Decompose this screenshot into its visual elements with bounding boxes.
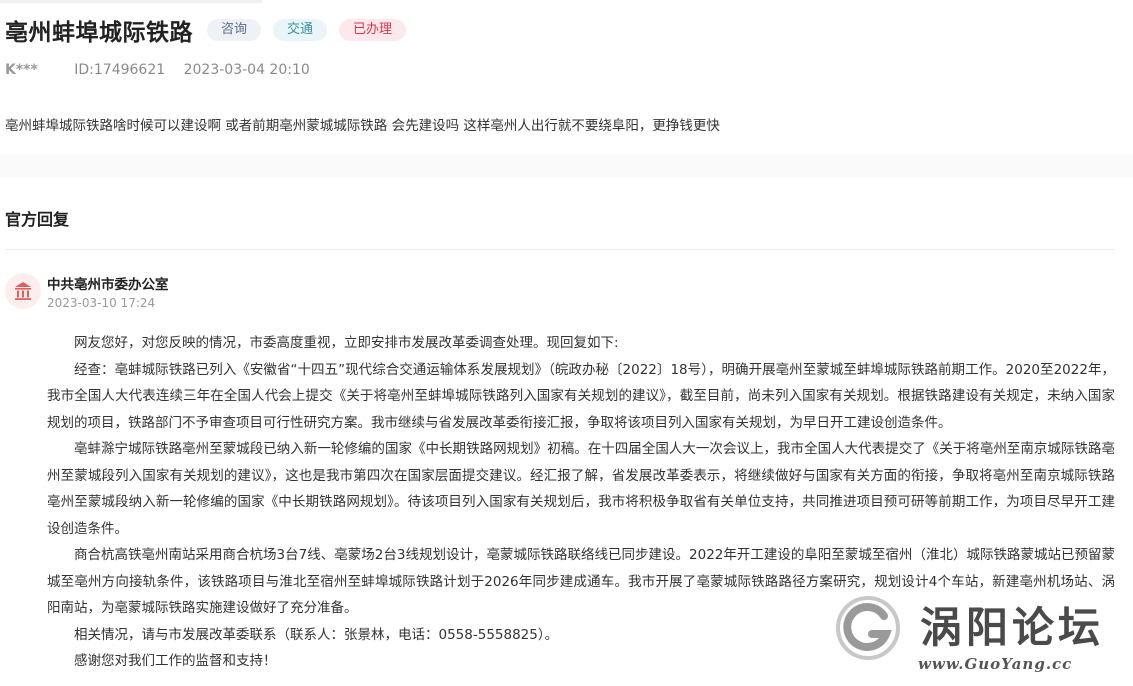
- question-id: ID:17496621: [74, 62, 166, 78]
- government-building-icon: [15, 282, 31, 300]
- reply-paragraph: 网友您好，对您反映的情况，市委高度重视，立即安排市发展改革委调查处理。现回复如下…: [74, 335, 619, 351]
- question-meta: K*** ID:17496621 2023-03-04 20:10: [5, 62, 310, 78]
- reply-paragraph: 亳蚌滁宁城际铁路亳州至蒙城段已纳入新一轮修编的国家《中长期铁路网规划》初稿。在十…: [47, 441, 1115, 537]
- status-badge: 已办理: [339, 19, 407, 41]
- watermark-name: 涡阳论坛: [920, 603, 1105, 652]
- tag-consult[interactable]: 咨询: [207, 19, 262, 41]
- tag-traffic[interactable]: 交通: [273, 19, 328, 41]
- watermark-url: www.GuoYang.cc: [918, 655, 1073, 673]
- section-separator: [0, 155, 1133, 177]
- reply-section-title: 官方回复: [5, 210, 70, 229]
- page-title: 亳州蚌埠城际铁路: [5, 20, 193, 46]
- top-tab-indicator: [0, 0, 262, 3]
- reply-time: 2023-03-10 17:24: [47, 296, 156, 310]
- reply-organization: 中共亳州市委办公室: [47, 277, 169, 293]
- asker-name: K***: [5, 62, 38, 78]
- divider: [5, 249, 1115, 250]
- question-time: 2023-03-04 20:10: [183, 62, 310, 78]
- title-row: 亳州蚌埠城际铁路 咨询 交通 已办理: [5, 13, 407, 47]
- avatar: [5, 273, 41, 309]
- reply-paragraph: 经查：亳蚌城际铁路已列入《安徽省“十四五”现代综合交通运输体系发展规划》（皖政办…: [47, 361, 1115, 431]
- forum-logo-icon: [836, 596, 900, 660]
- forum-watermark: 涡阳论坛 www.GuoYang.cc: [830, 592, 1130, 686]
- question-text: 亳州蚌埠城际铁路啥时候可以建设啊 或者前期亳州蒙城城际铁路 会先建设吗 这样亳州…: [5, 118, 720, 134]
